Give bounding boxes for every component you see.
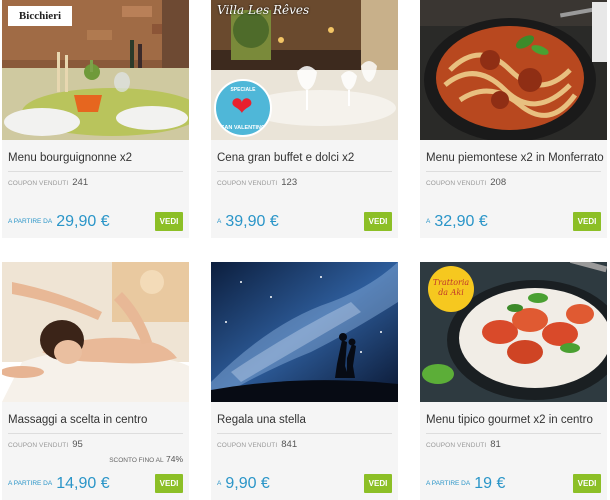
price-block: A PARTIRE DA 29,90 € [8, 213, 110, 230]
price-block: A PARTIRE DA 14,90 € [8, 475, 110, 492]
price-block: A 32,90 € [426, 213, 488, 230]
deal-image[interactable]: Villa Les Rêves SPECIALE ❤ SAN VALENTINO [211, 0, 398, 140]
divider [217, 171, 392, 172]
coupons-sold: COUPON VENDUTI 208 [426, 177, 507, 188]
view-button[interactable]: VEDI [155, 212, 183, 231]
deal-card[interactable]: Massaggi a scelta in centro COUPON VENDU… [2, 262, 189, 500]
deal-image[interactable]: Trattoria da Aki [420, 262, 607, 402]
divider [8, 433, 183, 434]
divider [426, 433, 601, 434]
deal-title[interactable]: Cena gran buffet e dolci x2 [217, 152, 395, 164]
view-button[interactable]: VEDI [364, 474, 392, 493]
coupons-sold-count: 81 [490, 439, 501, 450]
divider [426, 171, 601, 172]
partner-logo: Trattoria da Aki [428, 266, 474, 312]
coupons-sold-count: 208 [490, 177, 507, 188]
coupons-sold: COUPON VENDUTI 841 [217, 439, 298, 450]
deal-price: 14,90 € [56, 475, 110, 492]
divider [217, 433, 392, 434]
coupons-sold: COUPON VENDUTI 81 [426, 439, 501, 450]
deal-title[interactable]: Menu bourguignonne x2 [8, 152, 186, 164]
deal-price: 9,90 € [225, 475, 270, 492]
deal-card[interactable]: Menu piemontese x2 in Monferrato COUPON … [420, 0, 607, 238]
partner-logo: Bicchieri [8, 6, 72, 26]
price-block: A PARTIRE DA 19 € [426, 475, 506, 492]
price-block: A 39,90 € [217, 213, 279, 230]
valentine-badge: SPECIALE ❤ SAN VALENTINO [214, 79, 272, 137]
view-button[interactable]: VEDI [155, 474, 183, 493]
deal-card[interactable]: Regala una stella COUPON VENDUTI 841 A 9,9… [211, 262, 398, 500]
coupons-sold: COUPON VENDUTI 95 [8, 439, 83, 450]
deal-image[interactable] [211, 262, 398, 402]
price-block: A 9,90 € [217, 475, 270, 492]
divider [8, 171, 183, 172]
deal-title[interactable]: Menu piemontese x2 in Monferrato [426, 152, 604, 164]
coupons-sold-count: 841 [281, 439, 298, 450]
badge-bottom-text: SAN VALENTINO [220, 125, 266, 131]
heart-icon: ❤ [231, 91, 253, 121]
deal-card[interactable]: Villa Les Rêves SPECIALE ❤ SAN VALENTINO… [211, 0, 398, 238]
deal-price: 39,90 € [225, 213, 279, 230]
coupons-sold: COUPON VENDUTI 123 [217, 177, 298, 188]
deal-title[interactable]: Regala una stella [217, 414, 395, 426]
coupons-sold-count: 95 [72, 439, 83, 450]
coupons-sold: COUPON VENDUTI 241 [8, 177, 89, 188]
deal-title[interactable]: Menu tipico gourmet x2 in centro [426, 414, 604, 426]
discount-info: SCONTO FINO AL 74% [109, 454, 183, 464]
coupons-sold-count: 241 [72, 177, 89, 188]
view-button[interactable]: VEDI [364, 212, 392, 231]
deal-price: 29,90 € [56, 213, 110, 230]
deal-card[interactable]: Bicchieri Menu bourguignonne x2 COUPON V… [2, 0, 189, 238]
view-button[interactable]: VEDI [573, 474, 601, 493]
partner-logo: Villa Les Rêves [217, 3, 310, 17]
deal-price: 32,90 € [434, 213, 488, 230]
discount-value: 74% [165, 454, 183, 464]
deal-image[interactable]: Bicchieri [2, 0, 189, 140]
deal-image[interactable] [2, 262, 189, 402]
deal-image[interactable] [420, 0, 607, 140]
deal-title[interactable]: Massaggi a scelta in centro [8, 414, 186, 426]
deal-price: 19 € [474, 475, 506, 492]
coupons-sold-count: 123 [281, 177, 298, 188]
view-button[interactable]: VEDI [573, 212, 601, 231]
deal-card[interactable]: Trattoria da Aki Menu tipico gourmet x2 … [420, 262, 607, 500]
